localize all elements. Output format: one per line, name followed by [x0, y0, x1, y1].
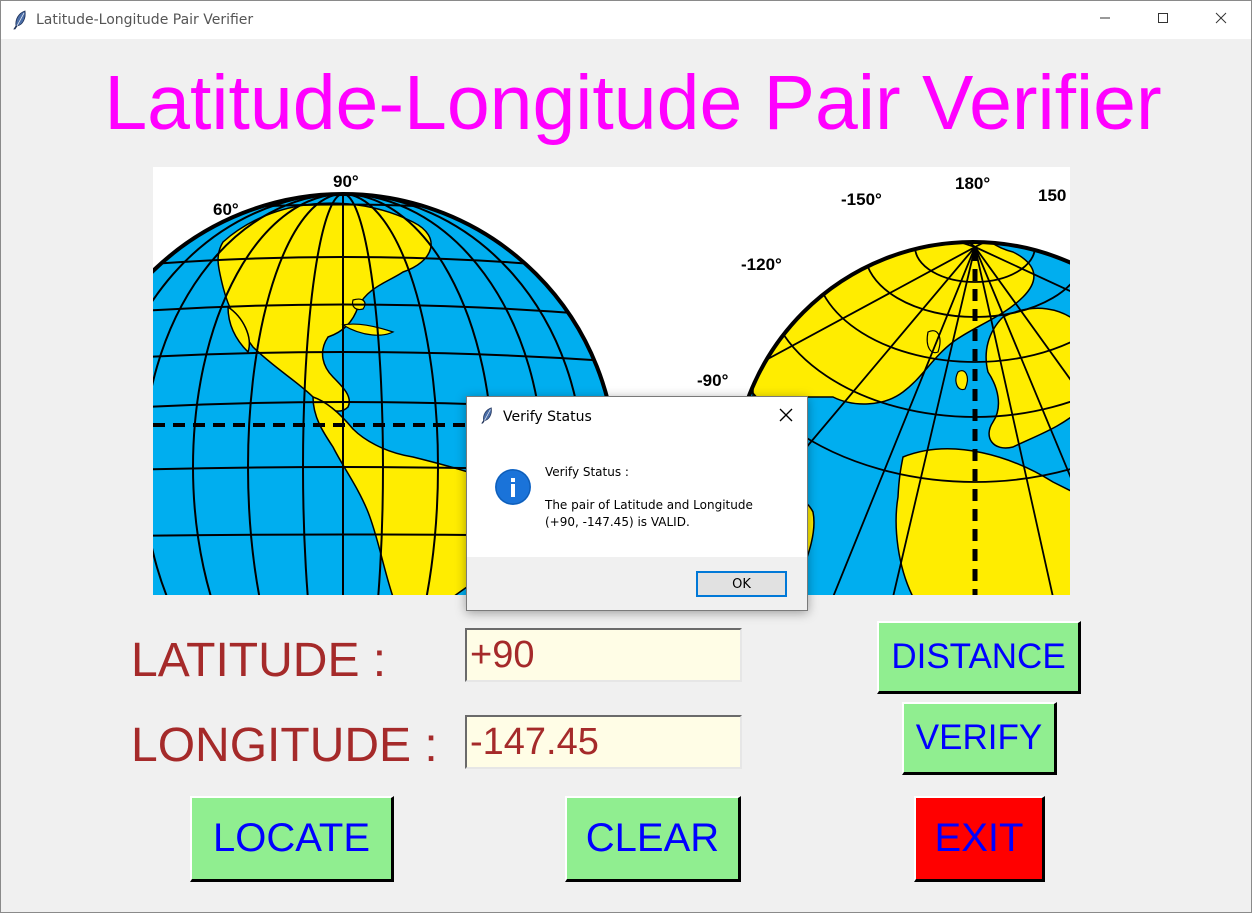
- map-label-minus90: -90°: [697, 371, 729, 390]
- dialog-message-line1: The pair of Latitude and Longitude: [545, 498, 753, 512]
- dialog-footer: OK: [467, 557, 807, 610]
- map-label-180: 180°: [955, 174, 990, 193]
- minimize-button[interactable]: [1076, 1, 1134, 39]
- map-label-minus150: -150°: [841, 190, 882, 209]
- latitude-input[interactable]: [467, 630, 740, 680]
- ok-button[interactable]: OK: [696, 571, 787, 597]
- exit-button[interactable]: EXIT: [914, 796, 1045, 882]
- app-window: Latitude-Longitude Pair Verifier Latitud…: [0, 0, 1252, 913]
- maximize-button[interactable]: [1134, 1, 1192, 39]
- locate-button[interactable]: LOCATE: [190, 796, 394, 882]
- dialog-title: Verify Status: [503, 409, 592, 425]
- feather-icon: [481, 406, 493, 429]
- feather-icon: [13, 10, 27, 35]
- close-button[interactable]: [1192, 1, 1250, 39]
- longitude-label: LONGITUDE :: [131, 719, 438, 772]
- window-title: Latitude-Longitude Pair Verifier: [36, 12, 254, 28]
- dialog-message-line2: (+90, -147.45) is VALID.: [545, 515, 690, 529]
- maximize-icon: [1157, 11, 1169, 29]
- close-icon: [779, 407, 793, 426]
- map-label-60: 60°: [213, 200, 239, 219]
- longitude-field-frame: [465, 715, 742, 769]
- distance-button[interactable]: DISTANCE: [877, 621, 1081, 694]
- map-label-90: 90°: [333, 172, 359, 191]
- dialog-close-button[interactable]: [771, 405, 801, 427]
- info-icon: [494, 468, 532, 510]
- page-title: Latitude-Longitude Pair Verifier: [104, 60, 1162, 146]
- latitude-field-frame: [465, 628, 742, 682]
- latitude-label: LATITUDE :: [131, 634, 387, 687]
- title-bar[interactable]: Latitude-Longitude Pair Verifier: [1, 1, 1251, 39]
- map-label-150: 150: [1038, 186, 1066, 205]
- clear-button[interactable]: CLEAR: [565, 796, 741, 882]
- map-label-minus120: -120°: [741, 255, 782, 274]
- verify-button[interactable]: VERIFY: [902, 702, 1057, 775]
- longitude-input[interactable]: [467, 717, 740, 767]
- dialog-message-heading: Verify Status :: [545, 465, 629, 479]
- minimize-icon: [1099, 11, 1111, 29]
- close-icon: [1215, 11, 1227, 29]
- verify-status-dialog: Verify Status Verify Status : The pair o…: [466, 396, 808, 611]
